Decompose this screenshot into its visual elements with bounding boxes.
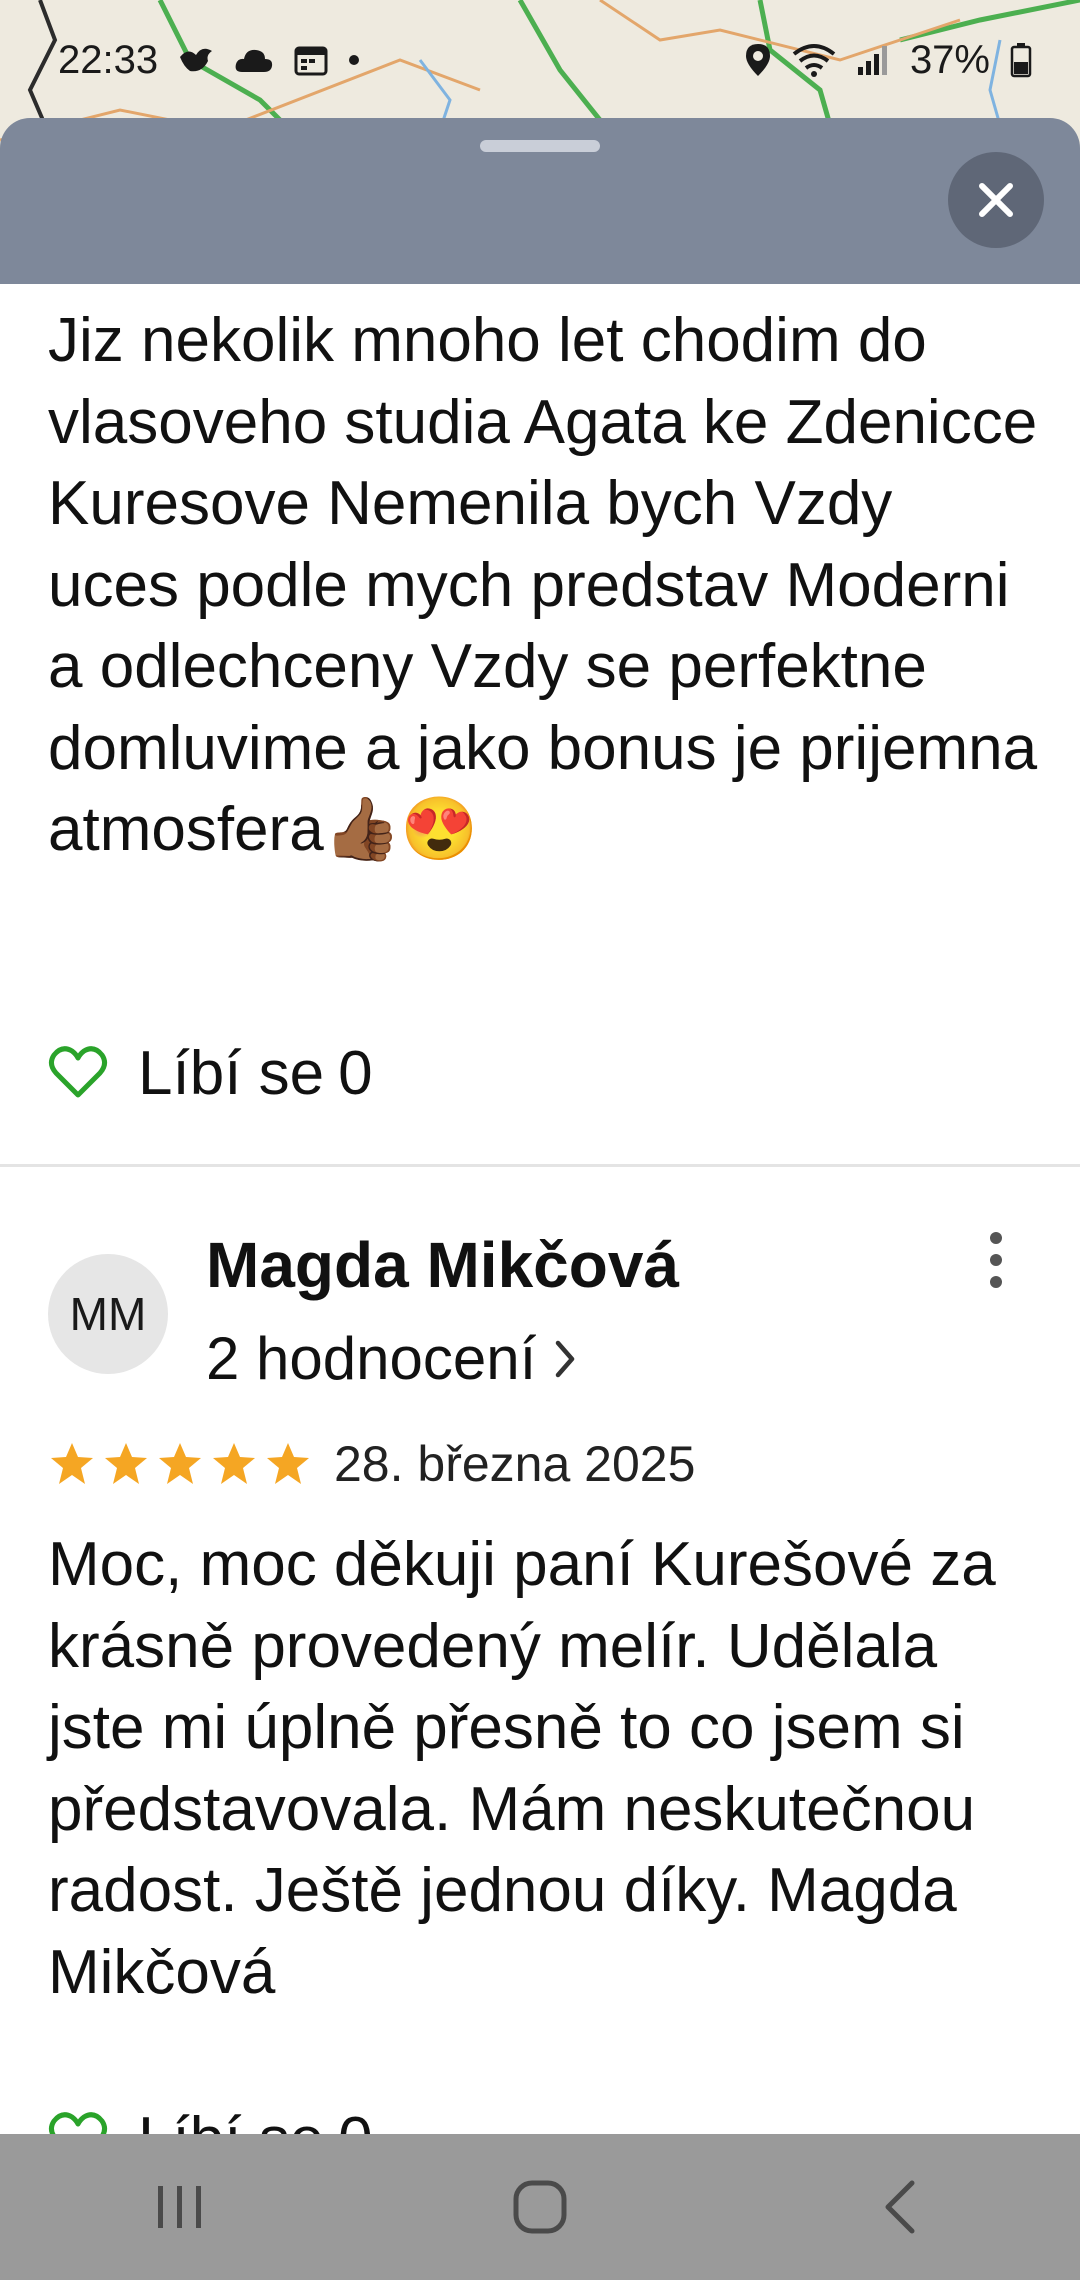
sheet-drag-handle[interactable]	[480, 140, 600, 152]
review-count-label: 2 hodnocení	[206, 1325, 537, 1392]
reviewer-name[interactable]: Magda Mikčová	[206, 1228, 679, 1302]
chevron-right-icon	[554, 1339, 576, 1379]
like-count: 0	[338, 1038, 373, 1108]
battery-icon	[1010, 42, 1032, 78]
like-label: Líbí se	[138, 2104, 324, 2135]
signal-icon	[856, 43, 890, 77]
reviews-list[interactable]: Jiz nekolik mnoho let chodim do vlasoveh…	[0, 284, 1080, 2134]
more-dot	[990, 1254, 1002, 1266]
avatar[interactable]: MM	[48, 1254, 168, 1374]
more-options-button[interactable]	[966, 1220, 1026, 1300]
back-icon	[880, 2179, 920, 2235]
status-time: 22:33	[58, 37, 159, 82]
like-count: 0	[338, 2104, 372, 2135]
star-icon	[264, 1440, 312, 1488]
home-button[interactable]	[460, 2157, 620, 2257]
star-icon	[102, 1440, 150, 1488]
status-bar: 22:33 37%	[0, 0, 1080, 120]
cloud-icon	[234, 46, 274, 74]
star-icon	[48, 1440, 96, 1488]
star-icon	[156, 1440, 204, 1488]
close-icon	[976, 180, 1016, 220]
recent-apps-icon	[152, 2182, 208, 2232]
heart-icon	[48, 2111, 108, 2134]
close-button[interactable]	[948, 152, 1044, 248]
home-icon	[511, 2178, 569, 2236]
battery-percentage: 37%	[909, 37, 990, 82]
location-icon	[744, 42, 772, 78]
star-icon	[210, 1440, 258, 1488]
star-rating	[48, 1440, 312, 1488]
like-button[interactable]: Líbí se 0	[48, 1038, 373, 1108]
rating-row: 28. března 2025	[48, 1434, 695, 1494]
calendar-icon	[294, 44, 328, 76]
back-button[interactable]	[820, 2157, 980, 2257]
heart-icon	[48, 1045, 108, 1101]
system-nav-bar	[0, 2134, 1080, 2280]
review-divider	[0, 1164, 1080, 1167]
review-text: Moc, moc děkuji paní Kurešové za krásně …	[48, 1530, 996, 2007]
more-dot	[990, 1232, 1002, 1244]
recent-apps-button[interactable]	[100, 2157, 260, 2257]
reviewer-review-count-link[interactable]: 2 hodnocení	[206, 1324, 576, 1393]
review-text: Jiz nekolik mnoho let chodim do vlasoveh…	[48, 306, 1038, 864]
like-button[interactable]: Líbí se 0	[48, 2104, 373, 2134]
sheet-header	[0, 118, 1080, 284]
dot-icon	[348, 54, 360, 66]
like-label: Líbí se	[138, 1038, 325, 1108]
wifi-icon	[792, 42, 836, 78]
more-dot	[990, 1276, 1002, 1288]
bird-icon	[178, 43, 214, 77]
review-date: 28. března 2025	[334, 1436, 696, 1492]
